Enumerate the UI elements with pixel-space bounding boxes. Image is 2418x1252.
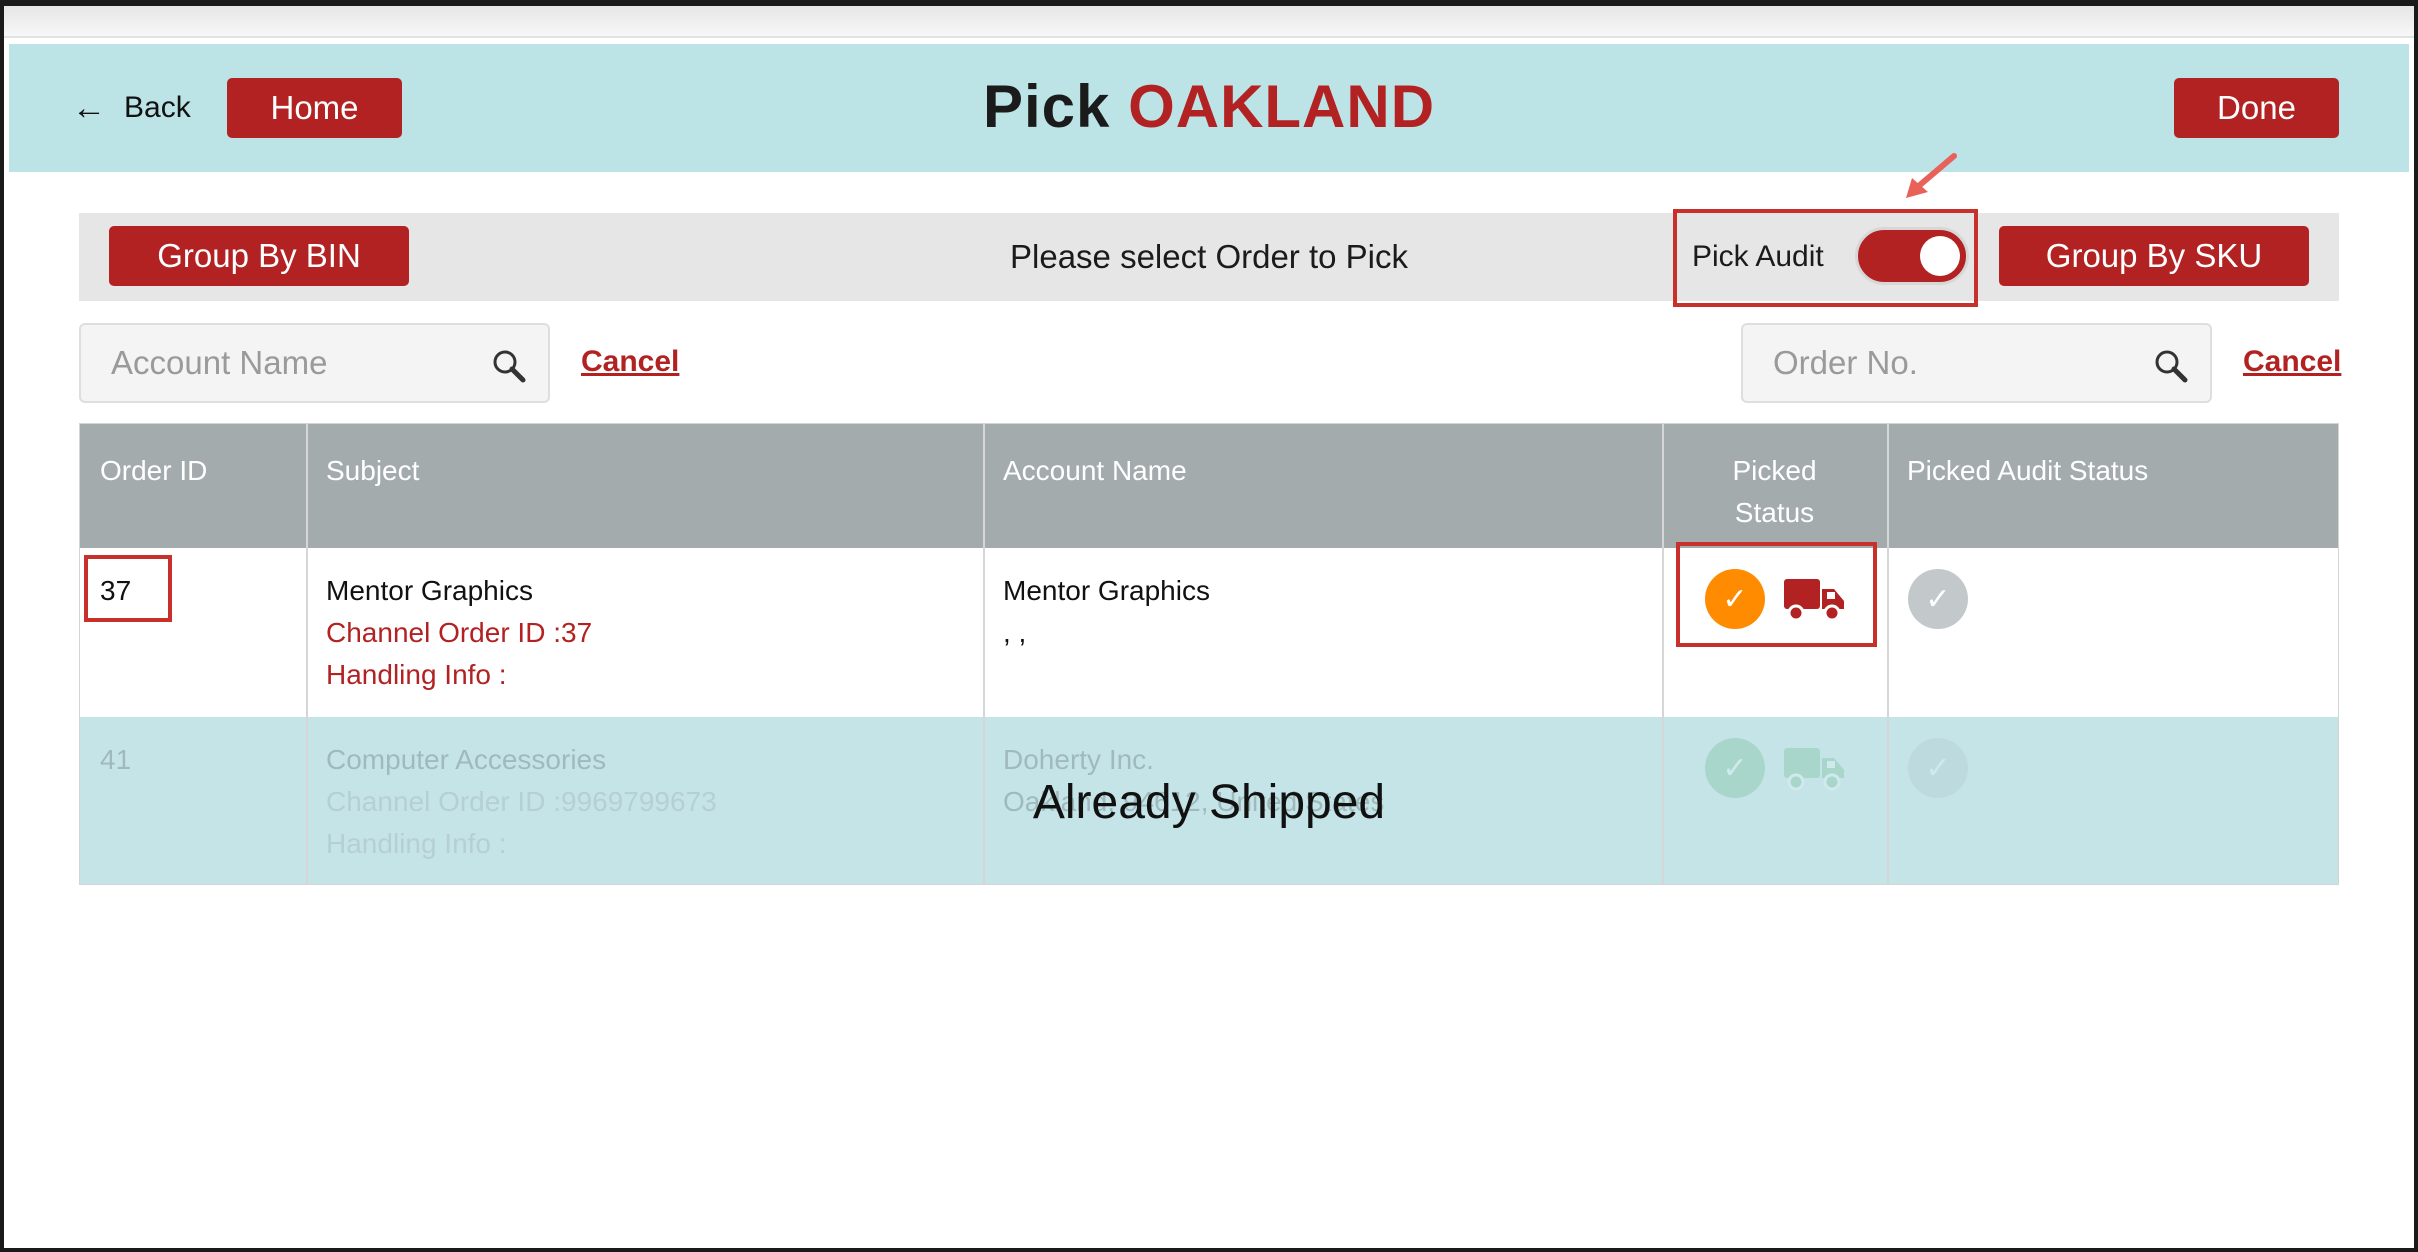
subject-text: Mentor Graphics xyxy=(326,575,533,606)
order-search-input[interactable] xyxy=(1743,325,2210,401)
channel-order-text: Channel Order ID :37 xyxy=(326,617,593,648)
account-address-text: , , xyxy=(1003,617,1027,648)
header-picked-status-line1: Picked xyxy=(1732,455,1817,486)
annotation-arrow-icon xyxy=(1906,153,1957,198)
title-location: OAKLAND xyxy=(1128,73,1436,140)
highlight-order-id xyxy=(84,555,172,622)
order-search xyxy=(1741,323,2212,403)
group-by-sku-button[interactable]: Group By SKU xyxy=(1999,226,2309,286)
done-button[interactable]: Done xyxy=(2174,78,2339,138)
pick-audit-toggle[interactable] xyxy=(1855,227,1969,285)
page-title: Pick OAKLAND xyxy=(0,72,2418,141)
pick-audit-label: Pick Audit xyxy=(1692,240,1824,273)
table-row[interactable]: 37 Mentor Graphics Channel Order ID :37 … xyxy=(80,548,2338,716)
title-prefix: Pick xyxy=(982,73,1111,140)
header-picked-status-line2: Status xyxy=(1734,497,1815,528)
highlight-picked-status xyxy=(1676,542,1877,647)
account-cancel-link[interactable]: Cancel xyxy=(581,345,679,379)
handling-info-text: Handling Info : xyxy=(326,659,507,690)
search-icon[interactable] xyxy=(2154,349,2188,383)
header-picked-audit-status: Picked Audit Status xyxy=(1907,455,2149,486)
header-order-id: Order ID xyxy=(100,455,208,486)
header-account-name: Account Name xyxy=(1003,455,1187,486)
table-header: Order ID Subject Account Name Picked Sta… xyxy=(80,424,2338,548)
audit-status-icon[interactable]: ✓ xyxy=(1908,569,1968,629)
header-picked-status: Picked Status xyxy=(1662,424,1887,548)
browser-strip xyxy=(4,6,2414,38)
account-name-text: Mentor Graphics xyxy=(1003,575,1210,606)
already-shipped-overlay: Already Shipped xyxy=(1032,776,1386,829)
account-search xyxy=(79,323,550,403)
account-search-input[interactable] xyxy=(81,325,548,401)
header-subject: Subject xyxy=(326,455,420,486)
search-icon[interactable] xyxy=(492,349,526,383)
toggle-knob xyxy=(1920,236,1960,276)
account-cell: Mentor Graphics , , xyxy=(983,548,1662,716)
subject-cell: Mentor Graphics Channel Order ID :37 Han… xyxy=(306,548,983,716)
order-cancel-link[interactable]: Cancel xyxy=(2243,345,2341,379)
